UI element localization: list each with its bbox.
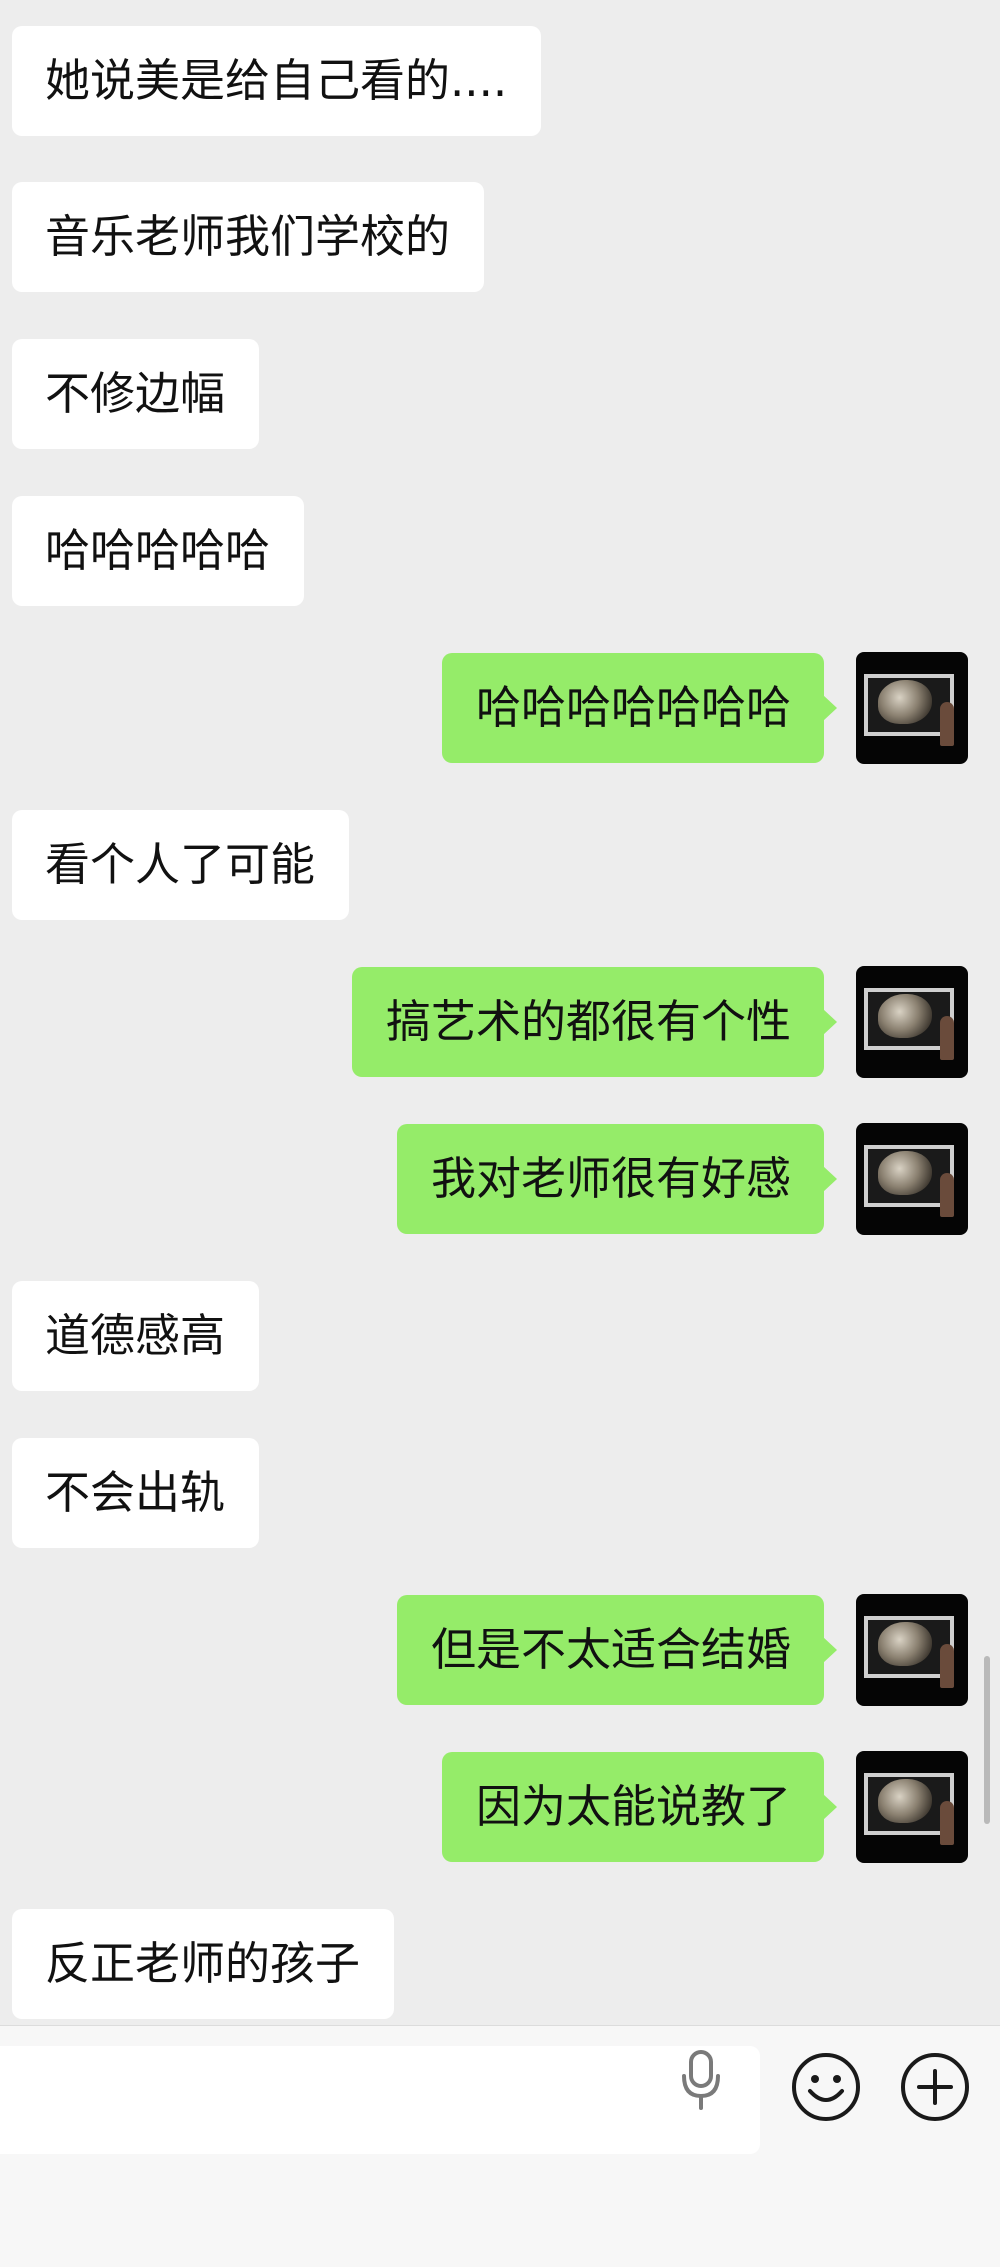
message-text: 她说美是给自己看的....	[45, 54, 508, 107]
user-avatar[interactable]	[856, 652, 968, 764]
message-text: 哈哈哈哈哈哈哈	[475, 681, 791, 734]
message-incoming: 反正老师的孩子	[12, 1909, 395, 2019]
message-bubble[interactable]: 但是不太适合结婚	[396, 1595, 838, 1705]
user-avatar[interactable]	[856, 966, 968, 1078]
message-incoming: 不会出轨	[12, 1438, 260, 1548]
avatar-artwork	[878, 1779, 932, 1823]
user-avatar[interactable]	[856, 1751, 968, 1863]
message-incoming: 不修边幅	[12, 339, 260, 449]
avatar-artwork	[878, 994, 932, 1038]
message-outgoing: 哈哈哈哈哈哈哈	[441, 653, 838, 763]
message-bubble[interactable]: 道德感高	[12, 1281, 260, 1391]
message-bubble[interactable]: 反正老师的孩子	[12, 1909, 395, 2019]
input-bar	[0, 2025, 1000, 2267]
message-incoming: 哈哈哈哈哈	[12, 496, 305, 606]
avatar-figure	[940, 1801, 954, 1845]
message-bubble[interactable]: 不会出轨	[12, 1438, 260, 1548]
message-outgoing: 搞艺术的都很有个性	[351, 967, 838, 1077]
message-text: 道德感高	[45, 1309, 226, 1362]
user-avatar[interactable]	[856, 1594, 968, 1706]
mic-icon[interactable]	[678, 2048, 724, 2112]
message-text: 反正老师的孩子	[45, 1937, 361, 1990]
message-text: 但是不太适合结婚	[430, 1623, 791, 1676]
message-bubble[interactable]: 哈哈哈哈哈哈哈	[441, 653, 838, 763]
message-bubble[interactable]: 我对老师很有好感	[396, 1124, 838, 1234]
user-avatar[interactable]	[856, 1123, 968, 1235]
message-text: 因为太能说教了	[475, 1780, 791, 1833]
message-text: 不修边幅	[45, 367, 226, 420]
plus-icon[interactable]	[899, 2051, 971, 2123]
avatar-figure	[940, 1016, 954, 1060]
message-input[interactable]	[0, 2046, 760, 2154]
message-list[interactable]: 她说美是给自己看的.... 音乐老师我们学校的 不修边幅 哈哈哈哈哈 哈哈哈哈哈…	[0, 0, 1000, 2025]
avatar-artwork	[878, 680, 932, 724]
message-bubble[interactable]: 不修边幅	[12, 339, 260, 449]
avatar-figure	[940, 1173, 954, 1217]
message-incoming: 音乐老师我们学校的	[12, 182, 485, 292]
message-text: 音乐老师我们学校的	[45, 210, 451, 263]
message-outgoing: 因为太能说教了	[441, 1752, 838, 1862]
message-incoming: 道德感高	[12, 1281, 260, 1391]
message-text: 哈哈哈哈哈	[45, 524, 271, 577]
message-text: 搞艺术的都很有个性	[385, 995, 791, 1048]
avatar-artwork	[878, 1151, 932, 1195]
message-bubble[interactable]: 哈哈哈哈哈	[12, 496, 305, 606]
avatar-figure	[940, 702, 954, 746]
scrollbar[interactable]	[984, 1656, 990, 1824]
message-text: 不会出轨	[45, 1466, 226, 1519]
message-text: 看个人了可能	[45, 838, 316, 891]
avatar-figure	[940, 1644, 954, 1688]
message-incoming: 她说美是给自己看的....	[12, 26, 542, 136]
message-bubble[interactable]: 看个人了可能	[12, 810, 350, 920]
message-incoming: 看个人了可能	[12, 810, 350, 920]
message-outgoing: 但是不太适合结婚	[396, 1595, 838, 1705]
chat-screen: 她说美是给自己看的.... 音乐老师我们学校的 不修边幅 哈哈哈哈哈 哈哈哈哈哈…	[0, 0, 1000, 2267]
message-bubble[interactable]: 她说美是给自己看的....	[12, 26, 542, 136]
avatar-artwork	[878, 1622, 932, 1666]
message-bubble[interactable]: 搞艺术的都很有个性	[351, 967, 838, 1077]
message-text: 我对老师很有好感	[430, 1152, 791, 1205]
emoji-icon[interactable]	[790, 2051, 862, 2123]
message-bubble[interactable]: 因为太能说教了	[441, 1752, 838, 1862]
message-outgoing: 我对老师很有好感	[396, 1124, 838, 1234]
message-bubble[interactable]: 音乐老师我们学校的	[12, 182, 485, 292]
